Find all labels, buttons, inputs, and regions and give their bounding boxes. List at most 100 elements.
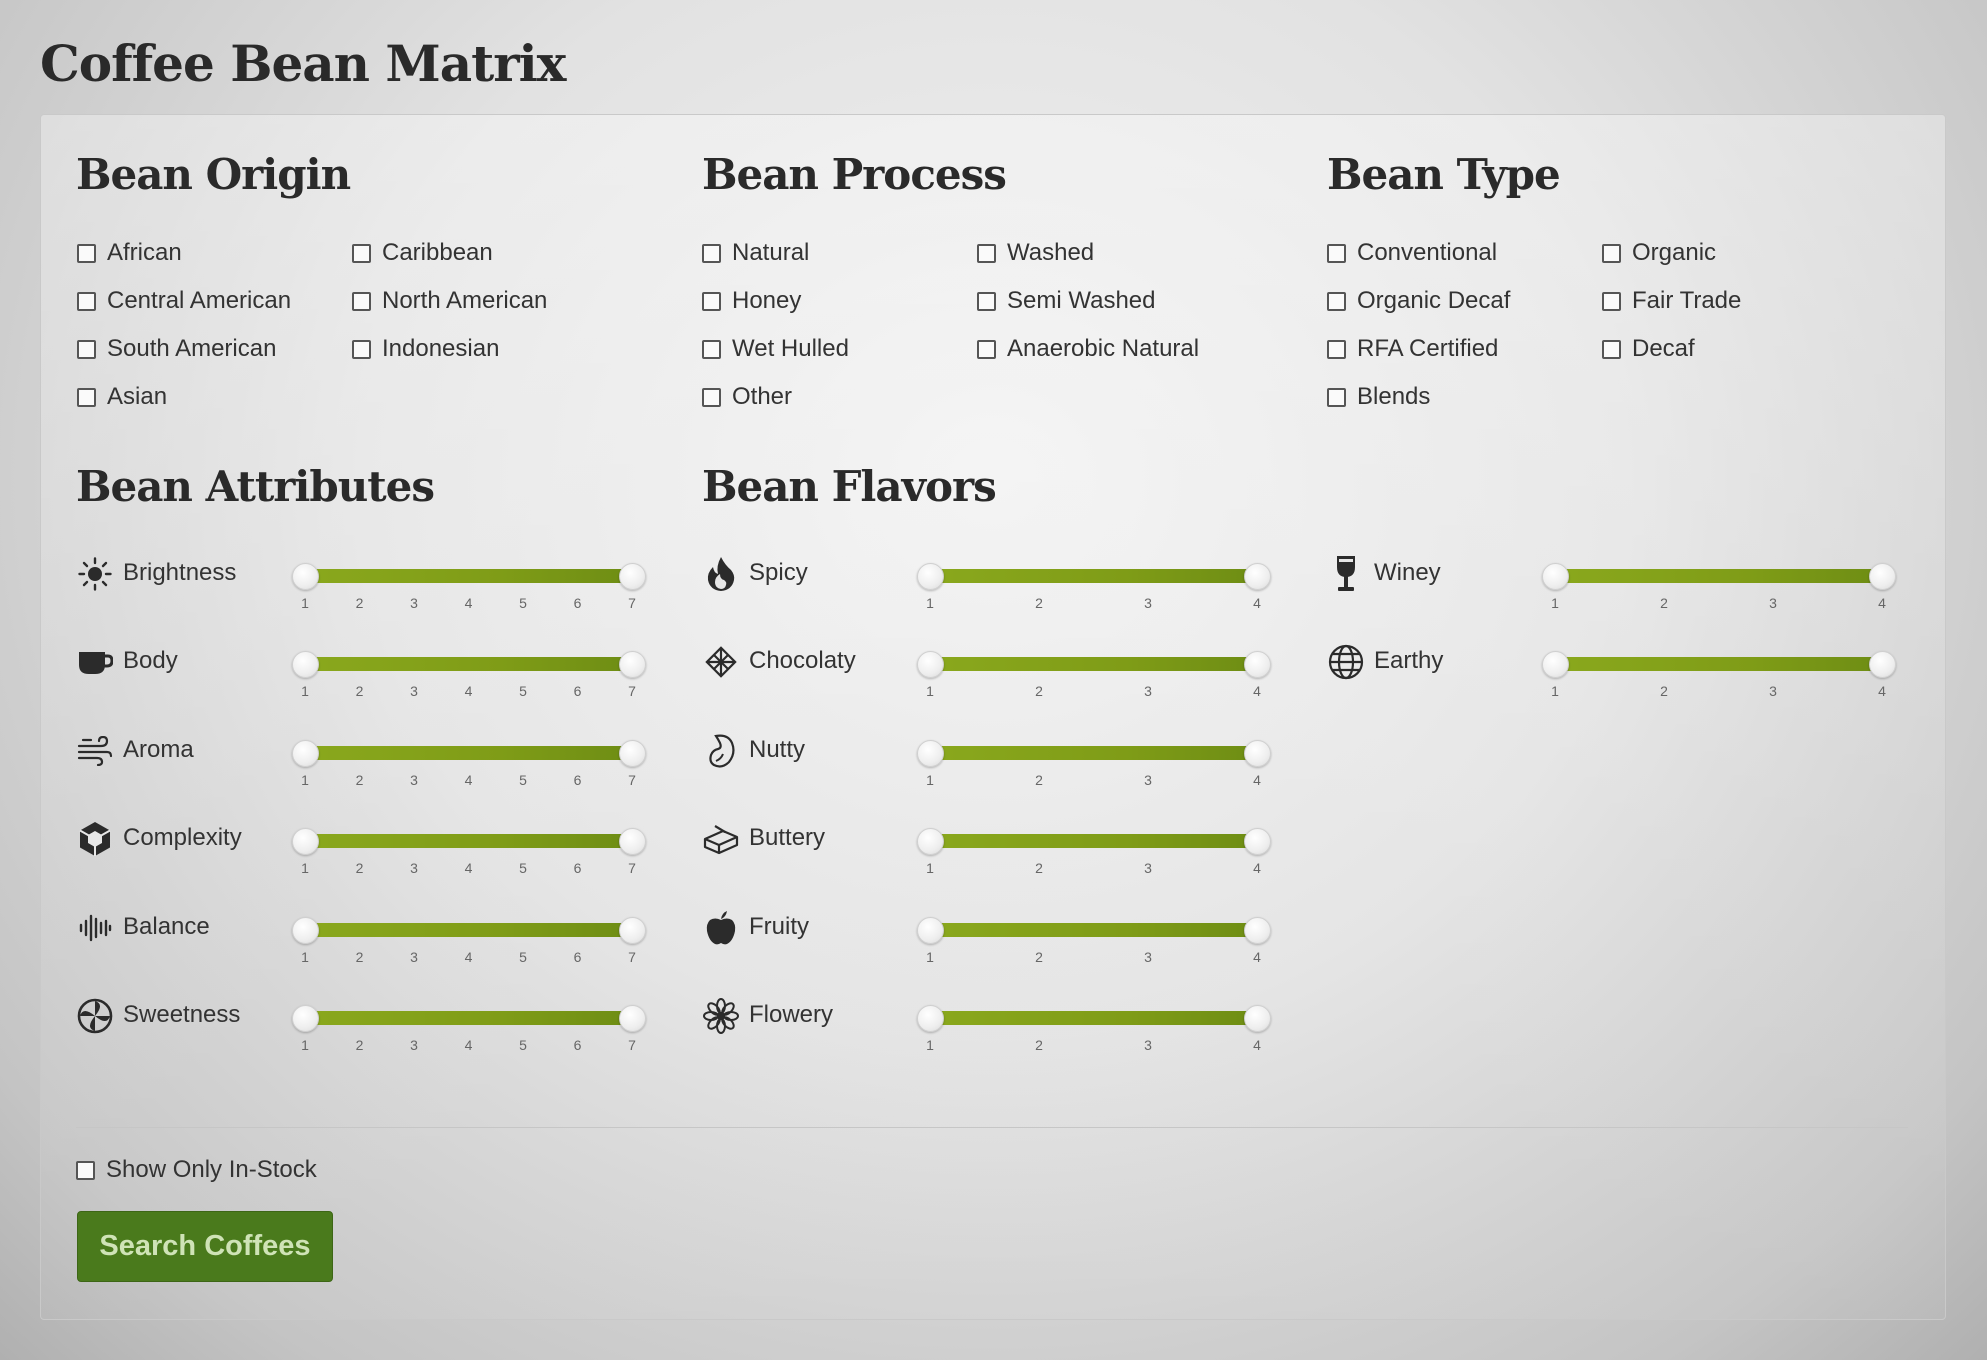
- slider-max-handle-fruity[interactable]: [1243, 917, 1271, 944]
- bean-flavors-title: Bean Flavors: [702, 462, 997, 511]
- slider-tick-label: 6: [573, 595, 582, 611]
- slider-tick-label: 1: [301, 949, 309, 965]
- slider-track-chocolaty[interactable]: [930, 657, 1257, 671]
- slider-min-handle-body[interactable]: [291, 651, 319, 678]
- checkbox-box[interactable]: [77, 339, 96, 359]
- checkbox-box[interactable]: [1327, 387, 1346, 407]
- slider-max-handle-brightness[interactable]: [618, 563, 646, 590]
- in-stock-checkbox[interactable]: Show Only In-Stock: [76, 1154, 317, 1186]
- type-option-decaf[interactable]: Decaf: [1602, 333, 1877, 365]
- slider-max-handle-spicy[interactable]: [1243, 563, 1271, 590]
- checkbox-box[interactable]: [77, 243, 96, 263]
- checkbox-box[interactable]: [352, 291, 371, 311]
- slider-max-handle-earthy[interactable]: [1868, 651, 1896, 678]
- slider-track-flowery[interactable]: [930, 1011, 1257, 1025]
- slider-tick-label: 2: [1035, 683, 1043, 699]
- process-option-semi-washed[interactable]: Semi Washed: [977, 285, 1252, 317]
- slider-track-earthy[interactable]: [1555, 657, 1882, 671]
- slider-max-handle-nutty[interactable]: [1243, 740, 1271, 767]
- process-option-washed[interactable]: Washed: [977, 237, 1252, 269]
- slider-tick-label: 2: [1035, 595, 1043, 611]
- checkbox-label: South American: [107, 335, 277, 362]
- slider-max-handle-chocolaty[interactable]: [1243, 651, 1271, 678]
- process-option-natural[interactable]: Natural: [702, 237, 977, 269]
- slider-min-handle-balance[interactable]: [291, 917, 319, 944]
- slider-max-handle-balance[interactable]: [618, 917, 646, 944]
- slider-min-handle-complexity[interactable]: [291, 828, 319, 855]
- checkbox-box[interactable]: [702, 243, 721, 263]
- checkbox-box[interactable]: [702, 387, 721, 407]
- slider-row-flowery: Flowery 1 2 3 4: [702, 997, 1277, 1057]
- checkbox-box[interactable]: [702, 291, 721, 311]
- checkbox-box[interactable]: [77, 387, 96, 407]
- checkbox-box[interactable]: [1602, 339, 1621, 359]
- checkbox-box[interactable]: [1327, 291, 1346, 311]
- slider-max-handle-buttery[interactable]: [1243, 828, 1271, 855]
- origin-option-north-american[interactable]: North American: [352, 285, 627, 317]
- slider-max-handle-sweetness[interactable]: [618, 1005, 646, 1032]
- checkbox-box[interactable]: [977, 339, 996, 359]
- slider-min-handle-nutty[interactable]: [916, 740, 944, 767]
- checkbox-box[interactable]: [1327, 243, 1346, 263]
- process-option-anaerobic-natural[interactable]: Anaerobic Natural: [977, 333, 1252, 365]
- type-option-rfa-certified[interactable]: RFA Certified: [1327, 333, 1602, 365]
- slider-track-complexity[interactable]: [305, 834, 632, 848]
- checkbox-box[interactable]: [977, 243, 996, 263]
- slider-tick-label: 4: [464, 860, 473, 876]
- slider-max-handle-flowery[interactable]: [1243, 1005, 1271, 1032]
- checkbox-box[interactable]: [1602, 291, 1621, 311]
- type-option-organic-decaf[interactable]: Organic Decaf: [1327, 285, 1602, 317]
- checkbox-box[interactable]: [702, 339, 721, 359]
- type-option-organic[interactable]: Organic: [1602, 237, 1877, 269]
- origin-option-african[interactable]: African: [77, 237, 352, 269]
- slider-tick-label: 1: [926, 772, 934, 788]
- slider-max-handle-complexity[interactable]: [618, 828, 646, 855]
- slider-track-balance[interactable]: [305, 923, 632, 937]
- search-coffees-button[interactable]: Search Coffees: [77, 1211, 333, 1282]
- origin-option-asian[interactable]: Asian: [77, 381, 352, 413]
- checkbox-box[interactable]: [352, 339, 371, 359]
- slider-tick-label: 4: [1878, 595, 1886, 611]
- slider-track-winey[interactable]: [1555, 569, 1882, 583]
- process-option-honey[interactable]: Honey: [702, 285, 977, 317]
- slider-tick-label: 3: [410, 949, 418, 965]
- type-option-conventional[interactable]: Conventional: [1327, 237, 1602, 269]
- slider-min-handle-flowery[interactable]: [916, 1005, 944, 1032]
- origin-option-indonesian[interactable]: Indonesian: [352, 333, 627, 365]
- slider-track-buttery[interactable]: [930, 834, 1257, 848]
- slider-track-sweetness[interactable]: [305, 1011, 632, 1025]
- checkbox-box[interactable]: [1602, 243, 1621, 263]
- slider-track-nutty[interactable]: [930, 746, 1257, 760]
- slider-min-handle-sweetness[interactable]: [291, 1005, 319, 1032]
- slider-track-body[interactable]: [305, 657, 632, 671]
- slider-track-aroma[interactable]: [305, 746, 632, 760]
- type-option-blends[interactable]: Blends: [1327, 381, 1602, 413]
- process-option-wet-hulled[interactable]: Wet Hulled: [702, 333, 977, 365]
- slider-min-handle-buttery[interactable]: [916, 828, 944, 855]
- checkbox-box[interactable]: [977, 291, 996, 311]
- checkbox-box[interactable]: [1327, 339, 1346, 359]
- type-option-fair-trade[interactable]: Fair Trade: [1602, 285, 1877, 317]
- checkbox-box[interactable]: [76, 1160, 95, 1180]
- slider-min-handle-brightness[interactable]: [291, 563, 319, 590]
- origin-option-central-american[interactable]: Central American: [77, 285, 352, 317]
- checkbox-box[interactable]: [352, 243, 371, 263]
- slider-row-aroma: Aroma 1 2 3 4 5 6 7: [76, 732, 652, 792]
- slider-track-brightness[interactable]: [305, 569, 632, 583]
- slider-min-handle-winey[interactable]: [1541, 563, 1569, 590]
- slider-track-fruity[interactable]: [930, 923, 1257, 937]
- origin-option-caribbean[interactable]: Caribbean: [352, 237, 627, 269]
- slider-track-spicy[interactable]: [930, 569, 1257, 583]
- slider-min-handle-fruity[interactable]: [916, 917, 944, 944]
- origin-option-south-american[interactable]: South American: [77, 333, 352, 365]
- slider-min-handle-chocolaty[interactable]: [916, 651, 944, 678]
- checkbox-box[interactable]: [77, 291, 96, 311]
- slider-min-handle-earthy[interactable]: [1541, 651, 1569, 678]
- slider-max-handle-body[interactable]: [618, 651, 646, 678]
- slider-tick-label: 1: [301, 683, 309, 699]
- slider-max-handle-winey[interactable]: [1868, 563, 1896, 590]
- slider-min-handle-aroma[interactable]: [291, 740, 319, 767]
- slider-max-handle-aroma[interactable]: [618, 740, 646, 767]
- slider-min-handle-spicy[interactable]: [916, 563, 944, 590]
- process-option-other[interactable]: Other: [702, 381, 977, 413]
